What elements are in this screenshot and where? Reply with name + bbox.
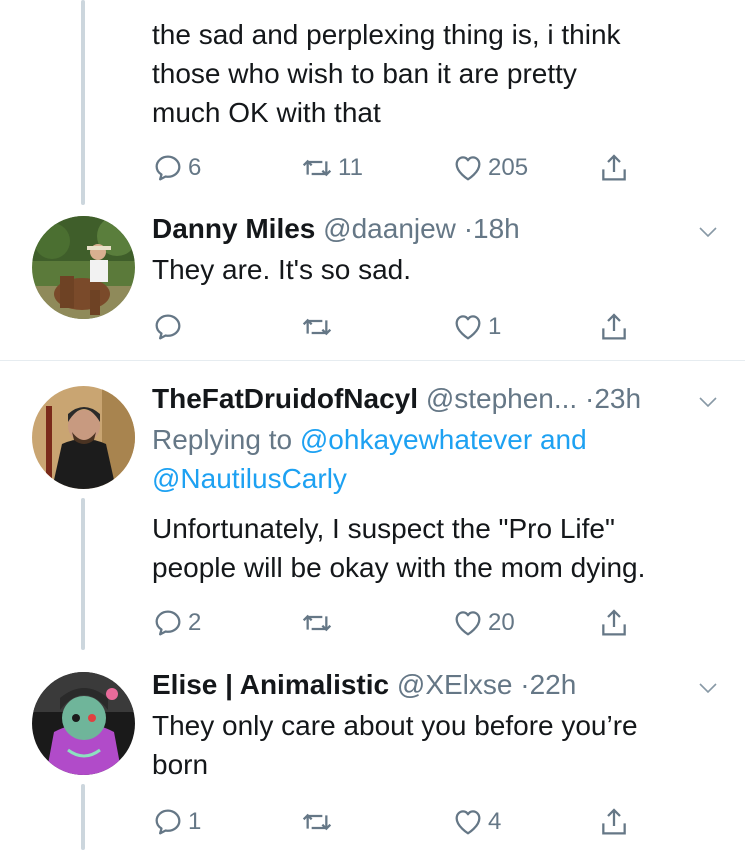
tweet-header: Elise | Animalistic @XElxse ·22h	[152, 668, 576, 702]
avatar[interactable]	[32, 386, 135, 489]
share-button[interactable]	[598, 311, 630, 343]
retweet-count: 11	[338, 154, 363, 181]
tweet-text: They only care about you before you’re b…	[152, 706, 722, 784]
reply-count: 2	[188, 609, 202, 636]
thread-line	[81, 498, 85, 650]
separator-dot: ·	[520, 669, 530, 700]
reply-icon	[152, 806, 184, 838]
tweet-header: TheFatDruidofNacyl @stephen... ·23h	[152, 382, 641, 416]
like-icon	[452, 311, 484, 343]
tweet-text: Unfortunately, I suspect the "Pro Life" …	[152, 509, 722, 587]
chevron-down-icon	[696, 220, 720, 244]
like-icon	[452, 152, 484, 184]
retweet-icon	[300, 311, 334, 343]
replying-and: and	[539, 424, 587, 455]
separator-dot: ·	[463, 213, 474, 244]
timestamp[interactable]: 22h	[530, 669, 577, 700]
like-button[interactable]: 1	[452, 311, 501, 343]
tweet-text-line: the sad and perplexing thing is, i think	[152, 19, 621, 50]
reply-button[interactable]	[152, 311, 188, 343]
reply-icon	[152, 152, 184, 184]
mention-link[interactable]: @ohkayewhatever	[300, 424, 532, 455]
share-icon	[598, 806, 630, 838]
like-count: 205	[488, 154, 529, 181]
reply-icon	[152, 607, 184, 639]
thread-line	[81, 784, 85, 850]
tweet-text-line: those who wish to ban it are pretty	[152, 58, 577, 89]
timestamp[interactable]: 23h	[594, 383, 641, 414]
retweet-button[interactable]	[300, 607, 338, 639]
like-button[interactable]: 205	[452, 152, 528, 184]
tweet-menu-button[interactable]	[696, 220, 720, 249]
tweet-text-line: They are. It's so sad.	[152, 254, 412, 285]
user-handle[interactable]: @XElxse	[397, 669, 513, 700]
tweet-text-line: much OK with that	[152, 97, 381, 128]
like-button[interactable]: 20	[452, 607, 515, 639]
display-name[interactable]: Elise | Animalistic	[152, 669, 389, 700]
tweet-header: Danny Miles @daanjew ·18h	[152, 212, 520, 246]
display-name[interactable]: Danny Miles	[152, 213, 315, 244]
like-count: 4	[488, 808, 502, 835]
retweet-icon	[300, 806, 334, 838]
reply-count: 1	[188, 808, 202, 835]
avatar[interactable]	[32, 672, 135, 775]
tweet-text-line: born	[152, 749, 209, 780]
reply-count: 6	[188, 154, 202, 181]
retweet-button[interactable]: 11	[300, 152, 363, 184]
tweet-text: the sad and perplexing thing is, i think…	[152, 15, 722, 132]
separator-dot: ·	[585, 383, 595, 414]
retweet-button[interactable]	[300, 806, 338, 838]
like-button[interactable]: 4	[452, 806, 501, 838]
share-icon	[598, 311, 630, 343]
reply-button[interactable]: 6	[152, 152, 201, 184]
share-button[interactable]	[598, 152, 630, 184]
like-icon	[452, 806, 484, 838]
mention-link[interactable]: @NautilusCarly	[152, 463, 347, 494]
thread-line	[81, 0, 85, 205]
retweet-icon	[300, 607, 334, 639]
share-button[interactable]	[598, 806, 630, 838]
like-icon	[452, 607, 484, 639]
user-handle[interactable]: @stephen...	[426, 383, 577, 414]
share-button[interactable]	[598, 607, 630, 639]
tweet-text-line: people will be okay with the mom dying.	[152, 552, 646, 583]
replying-to-label: Replying to	[152, 424, 293, 455]
tweet-divider	[0, 360, 745, 361]
retweet-button[interactable]	[300, 311, 338, 343]
reply-button[interactable]: 1	[152, 806, 201, 838]
reply-icon	[152, 311, 184, 343]
share-icon	[598, 152, 630, 184]
display-name[interactable]: TheFatDruidofNacyl	[152, 383, 418, 414]
tweet-text-line: They only care about you before you’re	[152, 710, 638, 741]
reply-button[interactable]: 2	[152, 607, 201, 639]
chevron-down-icon	[696, 676, 720, 700]
share-icon	[598, 607, 630, 639]
avatar[interactable]	[32, 216, 135, 319]
tweet-menu-button[interactable]	[696, 676, 720, 705]
tweet-text-line: Unfortunately, I suspect the "Pro Life"	[152, 513, 615, 544]
timestamp[interactable]: 18h	[473, 213, 520, 244]
user-handle[interactable]: @daanjew	[323, 213, 456, 244]
replying-to: Replying to @ohkayewhatever and @Nautilu…	[152, 420, 712, 498]
tweet-menu-button[interactable]	[696, 390, 720, 419]
tweet-text: They are. It's so sad.	[152, 250, 722, 289]
like-count: 20	[488, 609, 515, 636]
like-count: 1	[488, 313, 502, 340]
chevron-down-icon	[696, 390, 720, 414]
retweet-icon	[300, 152, 334, 184]
